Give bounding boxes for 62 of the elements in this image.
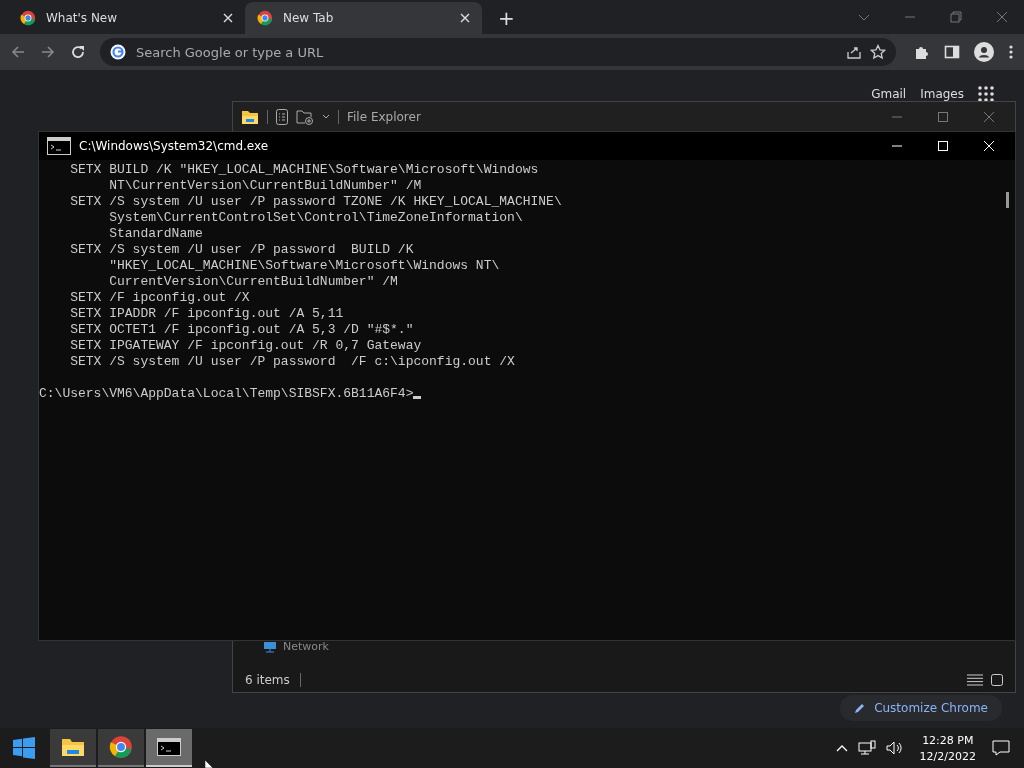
mouse-pointer-icon [205, 760, 213, 768]
console-line: SETX /S system /U user /P password BUILD /K [69, 242, 414, 258]
chrome-logo-icon [20, 10, 36, 26]
forward-icon[interactable] [40, 44, 56, 60]
console-line: SETX IPADDR /F ipconfig.out /A 5,11 [69, 306, 344, 322]
console-line: CurrentVersion\CurrentBuildNumber" /M [108, 274, 398, 290]
console-line: StandardName [108, 226, 203, 242]
properties-icon[interactable] [276, 109, 288, 125]
console-line: SETX /F ipconfig.out /X [69, 290, 250, 306]
console-line: SETX /S system /U user /P password /F c:\ipconfig.out /X [69, 354, 515, 370]
clock[interactable]: 12:28 PM 12/2/2022 [913, 733, 982, 763]
taskbar-app[interactable] [98, 729, 144, 767]
chrome-logo-icon [109, 735, 133, 759]
back-icon[interactable] [10, 44, 26, 60]
taskbar-app[interactable] [146, 729, 192, 767]
header-link[interactable]: Gmail [871, 87, 907, 101]
command-prompt: C:\Users\VM6\AppData\Local\Temp\SIBSFX.6B11A6F4> [39, 386, 414, 402]
text-cursor [413, 396, 422, 399]
console-line: "HKEY_LOCAL_MACHINE\Software\Microsoft\Windows NT\ [108, 258, 500, 274]
network-icon[interactable] [857, 740, 876, 756]
new-tab-button[interactable]: + [492, 6, 521, 30]
caret-up-icon[interactable] [835, 744, 848, 752]
details-view-icon[interactable] [967, 674, 983, 686]
window-title: File Explorer [347, 110, 421, 124]
pencil-icon [854, 702, 867, 714]
puzzle-icon[interactable] [914, 44, 930, 60]
customize-chrome-button[interactable]: Customize Chrome [840, 695, 1002, 721]
profile-icon[interactable] [974, 42, 994, 62]
browser-tab[interactable]: New Tab [245, 2, 482, 34]
console-line: System\CurrentControlSet\Control\TimeZoneInformation\ [108, 210, 523, 226]
taskbar-app[interactable] [50, 729, 96, 767]
terminal-icon [157, 738, 181, 756]
windows-logo-icon [13, 737, 35, 759]
notification-icon[interactable] [992, 740, 1010, 756]
console-line: SETX OCTET1 /F ipconfig.out /A 5,3 /D "#$*." [69, 322, 414, 338]
console-line: NT\CurrentVersion\CurrentBuildNumber" /M [108, 178, 422, 194]
menu-icon[interactable] [1008, 44, 1014, 60]
google-logo-icon [110, 44, 126, 60]
item-count: 6 items [245, 673, 290, 687]
folder-icon [241, 109, 259, 125]
restore-icon[interactable] [950, 11, 962, 23]
terminal-icon [47, 137, 71, 155]
window-title: C:\Windows\System32\cmd.exe [79, 139, 269, 153]
side-panel-icon[interactable] [944, 44, 960, 60]
scrollbar-thumb[interactable] [1006, 192, 1009, 208]
tiles-view-icon[interactable] [991, 674, 1003, 686]
new-folder-icon[interactable] [296, 109, 314, 125]
console-line: SETX IPGATEWAY /F ipconfig.out /R 0,7 Gateway [69, 338, 422, 354]
chrome-logo-icon [257, 10, 273, 26]
folder-icon [61, 736, 85, 758]
header-link[interactable]: Images [920, 87, 964, 101]
network-icon [263, 640, 277, 653]
sidebar-item[interactable]: Network [263, 640, 329, 653]
star-icon[interactable] [870, 44, 886, 60]
share-icon[interactable] [846, 44, 862, 60]
reload-icon[interactable] [70, 44, 86, 60]
apps-grid-icon[interactable] [978, 86, 994, 102]
chevron-down-icon[interactable] [322, 114, 330, 120]
speaker-icon[interactable] [885, 740, 904, 756]
address-bar[interactable]: Search Google or type a URL [100, 38, 896, 66]
console-line: SETX BUILD /K "HKEY_LOCAL_MACHINE\Software\Microsoft\Windows [69, 162, 539, 178]
console-line: SETX /S system /U user /P password TZONE /K HKEY_LOCAL_MACHINE\ [69, 194, 562, 210]
